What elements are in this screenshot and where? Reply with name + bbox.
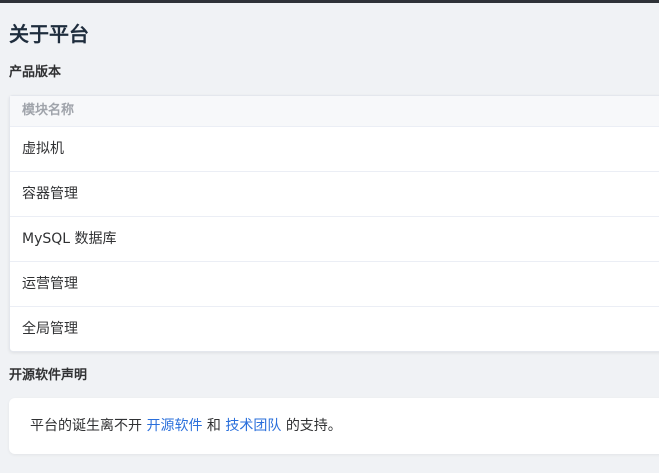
table-row: 运营管理 <box>10 262 659 307</box>
open-source-software-link[interactable]: 开源软件 <box>146 418 202 434</box>
statement-text-middle: 和 <box>206 418 221 434</box>
table-row: 全局管理 <box>22 321 78 337</box>
open-source-statement: 平台的诞生离不开 开源软件 和 技术团队 的支持。 <box>9 398 659 454</box>
open-source-title: 开源软件声明 <box>9 368 88 383</box>
statement-text-after: 的支持。 <box>285 418 342 434</box>
table-row: 容器管理 <box>10 172 659 217</box>
table-row: MySQL 数据库 <box>10 217 659 262</box>
table-row: 虚拟机 <box>10 127 659 172</box>
page-title: 关于平台 <box>9 22 89 46</box>
top-bar <box>0 0 659 3</box>
product-version-title: 产品版本 <box>9 65 62 80</box>
column-header-module-name: 模块名称 <box>10 96 659 127</box>
modules-table: 模块名称 虚拟机 容器管理 MySQL 数据库 运营管理 全局管理 <box>9 95 659 352</box>
statement-text-before: 平台的诞生离不开 <box>30 418 142 434</box>
tech-team-link[interactable]: 技术团队 <box>225 418 281 434</box>
